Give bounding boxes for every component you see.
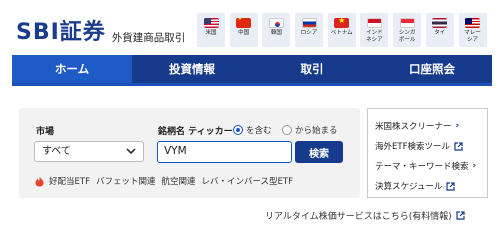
nav-trade[interactable]: 取引 [252, 55, 372, 83]
radio-starts-with[interactable]: から始まる [282, 124, 338, 136]
country-button-us[interactable]: 米国 [197, 13, 225, 47]
tag-leveraged-inverse-etf[interactable]: レバ・インバース型ETF [201, 175, 293, 187]
country-label: 米国 [205, 30, 217, 36]
link-theme-keyword-search[interactable]: テーマ・キーワード検索 › [375, 160, 476, 172]
link-earnings-schedule-label: 決算スケジュール [375, 182, 443, 192]
external-link-icon [446, 181, 456, 191]
search-input-value: VYM [164, 145, 187, 157]
china-flag-icon [236, 18, 252, 28]
search-input[interactable]: VYM [157, 141, 292, 163]
country-button-indonesia[interactable]: インド ネシア [360, 13, 389, 47]
link-us-stock-screener-label: 米国株スクリーナー [375, 122, 452, 132]
korea-flag-icon [268, 18, 284, 28]
link-etf-search-tool[interactable]: 海外ETF検索ツール [375, 140, 463, 152]
country-label: タイ [434, 30, 446, 36]
nav-investment-info[interactable]: 投資情報 [132, 55, 252, 83]
link-us-stock-screener[interactable]: 米国株スクリーナー › [375, 120, 459, 132]
vietnam-flag-icon [334, 18, 350, 28]
market-select[interactable]: すべて [34, 141, 144, 162]
logo-subtitle: 外貨建商品取引 [111, 32, 186, 44]
country-button-malaysia[interactable]: マレー シア [458, 13, 487, 47]
external-link-icon [454, 141, 463, 151]
country-button-thailand[interactable]: タイ [425, 13, 454, 47]
country-label: ベトナム [330, 30, 353, 36]
main-nav: ホーム 投資情報 取引 口座照会 [12, 55, 492, 86]
thailand-flag-icon [432, 18, 448, 28]
country-button-russia[interactable]: ロシア [295, 13, 324, 47]
quick-links-box: 米国株スクリーナー › 海外ETF検索ツール テーマ・キーワード検索 › 決算ス… [367, 108, 488, 198]
country-label: 中国 [238, 30, 250, 36]
radio-starts-label: から始まる [295, 126, 338, 136]
popular-tags: 好配当ETF バフェット関連 航空関連 レバ・インバース型ETF [35, 175, 299, 187]
country-label: マレー シア [464, 30, 481, 43]
radio-contains-dot [233, 125, 243, 135]
tag-high-dividend-etf[interactable]: 好配当ETF [49, 175, 90, 187]
radio-contains-label: を含む [246, 126, 272, 136]
link-theme-keyword-search-label: テーマ・キーワード検索 [375, 162, 469, 172]
country-button-korea[interactable]: 韓国 [262, 13, 291, 47]
tag-aviation[interactable]: 航空関連 [161, 175, 195, 187]
country-label: インド ネシア [366, 30, 383, 43]
country-button-singapore[interactable]: シンガ ポール [393, 13, 422, 47]
country-selector: 米国 中国 韓国 ロシア ベトナム インド ネシア シンガ ポール タイ マレー シア [197, 13, 491, 47]
indonesia-flag-icon [366, 18, 382, 28]
realtime-quote-label: リアルタイム株価サービスはこちら(有料情報) [265, 212, 452, 222]
radio-contains[interactable]: を含む [233, 124, 272, 136]
us-flag-icon [203, 18, 219, 28]
market-select-value: すべて [42, 146, 71, 157]
country-button-vietnam[interactable]: ベトナム [327, 13, 356, 47]
russia-flag-icon [301, 18, 317, 28]
external-link-icon [456, 211, 465, 220]
radio-starts-dot [282, 125, 292, 135]
realtime-quote-link[interactable]: リアルタイム株価サービスはこちら(有料情報) [265, 209, 465, 222]
nav-account[interactable]: 口座照会 [372, 55, 492, 83]
country-label: ロシア [300, 30, 318, 36]
malaysia-flag-icon [465, 18, 480, 28]
singapore-flag-icon [399, 18, 415, 28]
stock-search-panel: 市場 すべて 銘柄名 ティッカー を含む から始まる VYM 検索 好配当ETF… [19, 108, 360, 198]
tag-buffett[interactable]: バフェット関連 [96, 175, 156, 187]
sbi-logo[interactable]: SBI証券 外貨建商品取引 [16, 18, 185, 46]
fire-icon [35, 176, 44, 186]
country-label: 韓国 [270, 30, 282, 36]
chevron-right-icon: › [472, 161, 477, 171]
chevron-down-icon [126, 148, 136, 155]
country-button-china[interactable]: 中国 [229, 13, 258, 47]
country-label: シンガ ポール [398, 30, 416, 43]
logo-text: SBI証券 [16, 20, 106, 45]
name-ticker-label: 銘柄名 ティッカー [158, 127, 233, 137]
link-etf-search-tool-label: 海外ETF検索ツール [375, 142, 450, 152]
nav-home[interactable]: ホーム [12, 55, 132, 83]
search-button[interactable]: 検索 [295, 141, 343, 163]
market-label: 市場 [36, 127, 55, 137]
link-earnings-schedule[interactable]: 決算スケジュール [375, 180, 456, 192]
chevron-right-icon: › [455, 121, 460, 131]
